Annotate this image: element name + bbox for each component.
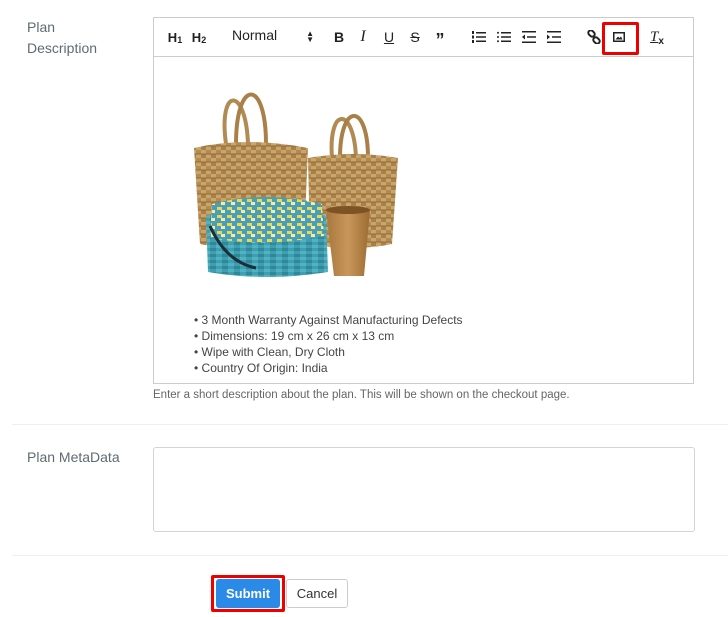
plan-metadata-input[interactable]: [153, 447, 695, 532]
bullet-list-button[interactable]: [495, 18, 513, 56]
bullet-list-icon: [497, 31, 511, 43]
clear-format-icon: Tx: [650, 28, 664, 47]
feature-list: • 3 Month Warranty Against Manufacturing…: [194, 312, 463, 376]
feature-item: • Wipe with Clean, Dry Cloth: [194, 345, 345, 359]
italic-button[interactable]: I: [354, 18, 372, 56]
ordered-list-icon: [472, 31, 486, 43]
clear-format-button[interactable]: Tx: [647, 18, 667, 56]
rich-text-editor[interactable]: H1 H2 Normal ▲ ▼ B I U S ” Tx • 3 Month …: [153, 17, 694, 384]
bold-button[interactable]: B: [330, 18, 348, 56]
description-hint: Enter a short description about the plan…: [153, 389, 570, 401]
indent-icon: [547, 31, 561, 43]
italic-icon: I: [360, 28, 366, 45]
strike-button[interactable]: S: [406, 18, 424, 56]
heading2-button[interactable]: H2: [188, 18, 210, 56]
product-image: [194, 92, 398, 277]
blockquote-icon: ”: [435, 29, 445, 50]
format-select[interactable]: Normal ▲ ▼: [232, 18, 314, 56]
link-button[interactable]: [584, 18, 604, 56]
select-arrows-icon: ▲ ▼: [306, 29, 314, 44]
cancel-button[interactable]: Cancel: [286, 579, 348, 608]
underline-icon: U: [383, 29, 395, 45]
feature-item: • Country Of Origin: India: [194, 361, 328, 375]
feature-item: • Dimensions: 19 cm x 26 cm x 13 cm: [194, 329, 395, 343]
outdent-button[interactable]: [520, 18, 538, 56]
underline-button[interactable]: U: [380, 18, 398, 56]
divider: [12, 555, 728, 556]
plan-description-label: Plan Description: [27, 19, 98, 56]
strike-icon: S: [410, 29, 420, 45]
bold-icon: B: [333, 29, 345, 45]
ordered-list-button[interactable]: [470, 18, 488, 56]
editor-content[interactable]: • 3 Month Warranty Against Manufacturing…: [154, 56, 693, 383]
plan-metadata-label: Plan MetaData: [27, 449, 120, 465]
heading1-button[interactable]: H1: [164, 18, 186, 56]
indent-button[interactable]: [545, 18, 563, 56]
editor-toolbar: H1 H2 Normal ▲ ▼ B I U S ” Tx: [154, 18, 693, 57]
submit-button[interactable]: Submit: [216, 579, 280, 608]
blockquote-button[interactable]: ”: [430, 18, 450, 56]
outdent-icon: [522, 31, 536, 43]
image-button-highlight: [602, 22, 639, 55]
feature-item: • 3 Month Warranty Against Manufacturing…: [194, 313, 463, 327]
divider: [12, 424, 728, 425]
link-icon: [587, 30, 601, 44]
